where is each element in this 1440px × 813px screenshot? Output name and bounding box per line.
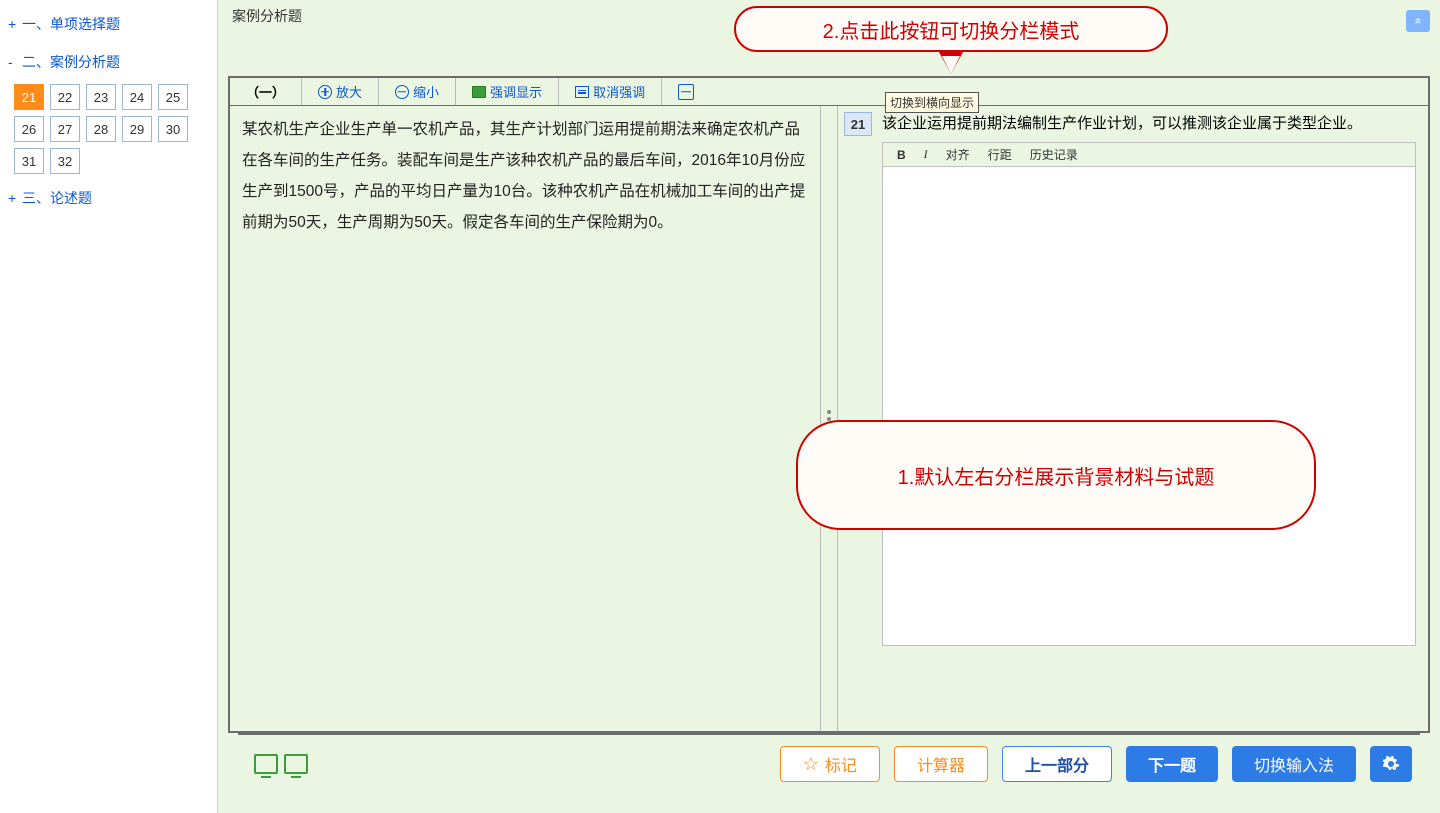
mark-button[interactable]: ☆标记 bbox=[780, 746, 880, 782]
scroll-top-button[interactable]: « bbox=[1406, 10, 1430, 32]
expand-icon: + bbox=[8, 16, 22, 32]
question-box-30[interactable]: 30 bbox=[158, 116, 188, 142]
minus-icon bbox=[395, 85, 409, 99]
question-pane: 21 该企业运用提前期法编制生产作业计划，可以推测该企业属于类型企业。 B I … bbox=[838, 106, 1428, 731]
bold-button[interactable]: B bbox=[897, 148, 906, 162]
group-number: （一） bbox=[230, 78, 302, 105]
question-box-29[interactable]: 29 bbox=[122, 116, 152, 142]
star-icon: ☆ bbox=[803, 755, 819, 773]
split-icon bbox=[678, 84, 694, 100]
question-box-21[interactable]: 21 bbox=[14, 84, 44, 110]
question-box-31[interactable]: 31 bbox=[14, 148, 44, 174]
calculator-button[interactable]: 计算器 bbox=[894, 746, 988, 782]
prev-section-button[interactable]: 上一部分 bbox=[1002, 746, 1112, 782]
next-question-button[interactable]: 下一题 bbox=[1126, 746, 1218, 782]
line-height-button[interactable]: 行距 bbox=[988, 146, 1012, 163]
footer-bar: ☆标记 计算器 上一部分 下一题 切换输入法 bbox=[238, 733, 1420, 793]
toggle-split-button[interactable] bbox=[662, 78, 710, 105]
nav-section-single[interactable]: +一、单项选择题 bbox=[8, 10, 209, 38]
question-box-27[interactable]: 27 bbox=[50, 116, 80, 142]
align-button[interactable]: 对齐 bbox=[946, 146, 970, 163]
zoom-out-button[interactable]: 缩小 bbox=[379, 78, 456, 105]
nav-section-label: 三、论述题 bbox=[22, 190, 92, 206]
expand-icon: + bbox=[8, 190, 22, 206]
question-grid: 21 22 23 24 25 26 27 28 29 30 31 32 bbox=[14, 84, 209, 174]
question-box-28[interactable]: 28 bbox=[86, 116, 116, 142]
content-panel: （一） 放大 缩小 强调显示 取消强调 切换到横向显示 某农机生产企业生产单一农… bbox=[228, 76, 1430, 733]
collapse-icon: - bbox=[8, 54, 22, 70]
passage-pane: 某农机生产企业生产单一农机产品，其生产计划部门运用提前期法来确定农机产品在各车间… bbox=[230, 106, 820, 731]
answer-editor[interactable] bbox=[882, 166, 1416, 646]
nav-section-case[interactable]: -二、案例分析题 bbox=[8, 48, 209, 76]
splitter-handle[interactable] bbox=[820, 106, 838, 731]
chevron-up-icon: « bbox=[1411, 18, 1425, 25]
question-number: 21 bbox=[844, 112, 872, 136]
gear-icon bbox=[1382, 755, 1400, 773]
switch-ime-button[interactable]: 切换输入法 bbox=[1232, 746, 1356, 782]
nav-section-essay[interactable]: +三、论述题 bbox=[8, 184, 209, 212]
question-box-25[interactable]: 25 bbox=[158, 84, 188, 110]
passage-text: 某农机生产企业生产单一农机产品，其生产计划部门运用提前期法来确定农机产品在各车间… bbox=[242, 114, 808, 238]
question-box-24[interactable]: 24 bbox=[122, 84, 152, 110]
unhighlight-button[interactable]: 取消强调 bbox=[559, 78, 662, 105]
italic-button[interactable]: I bbox=[924, 147, 928, 162]
question-box-32[interactable]: 32 bbox=[50, 148, 80, 174]
question-text: 该企业运用提前期法编制生产作业计划，可以推测该企业属于类型企业。 bbox=[882, 112, 1416, 136]
sidebar: +一、单项选择题 -二、案例分析题 21 22 23 24 25 26 27 2… bbox=[0, 0, 218, 813]
split-tooltip: 切换到横向显示 bbox=[885, 92, 979, 113]
unhighlight-icon bbox=[575, 86, 589, 98]
question-box-23[interactable]: 23 bbox=[86, 84, 116, 110]
question-box-26[interactable]: 26 bbox=[14, 116, 44, 142]
network-status-icon bbox=[254, 754, 308, 774]
settings-button[interactable] bbox=[1370, 746, 1412, 782]
editor-toolbar: B I 对齐 行距 历史记录 bbox=[882, 142, 1416, 166]
question-box-22[interactable]: 22 bbox=[50, 84, 80, 110]
section-title: 案例分析题 bbox=[218, 0, 1440, 76]
main-area: 案例分析题 « （一） 放大 缩小 强调显示 取消强调 切换到横向显示 某农机生… bbox=[218, 0, 1440, 813]
history-button[interactable]: 历史记录 bbox=[1030, 146, 1078, 163]
passage-toolbar: （一） 放大 缩小 强调显示 取消强调 切换到横向显示 bbox=[230, 78, 1428, 106]
nav-section-label: 二、案例分析题 bbox=[22, 54, 120, 70]
zoom-in-button[interactable]: 放大 bbox=[302, 78, 379, 105]
highlight-button[interactable]: 强调显示 bbox=[456, 78, 559, 105]
plus-icon bbox=[318, 85, 332, 99]
highlight-icon bbox=[472, 86, 486, 98]
nav-section-label: 一、单项选择题 bbox=[22, 16, 120, 32]
